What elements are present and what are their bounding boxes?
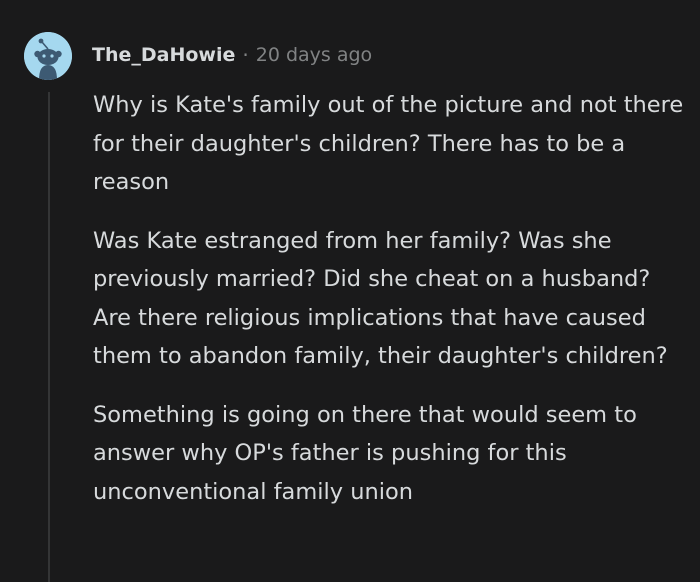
comment-body: Why is Kate's family out of the picture … <box>93 86 688 531</box>
comment: The_DaHowie · 20 days ago Why is Kate's … <box>0 0 700 582</box>
comment-paragraph: Something is going on there that would s… <box>93 401 637 505</box>
comment-timestamp[interactable]: 20 days ago <box>256 44 372 66</box>
comment-header: The_DaHowie · 20 days ago <box>92 39 372 71</box>
comment-paragraph: Was Kate estranged from her family? Was … <box>93 227 668 370</box>
thread-collapse-line[interactable] <box>48 92 50 582</box>
snoo-avatar-icon <box>24 32 72 80</box>
author-name[interactable]: The_DaHowie <box>92 44 235 66</box>
meta-separator: · <box>242 43 249 67</box>
comment-paragraph: Why is Kate's family out of the picture … <box>93 92 684 195</box>
user-avatar[interactable] <box>24 32 72 80</box>
